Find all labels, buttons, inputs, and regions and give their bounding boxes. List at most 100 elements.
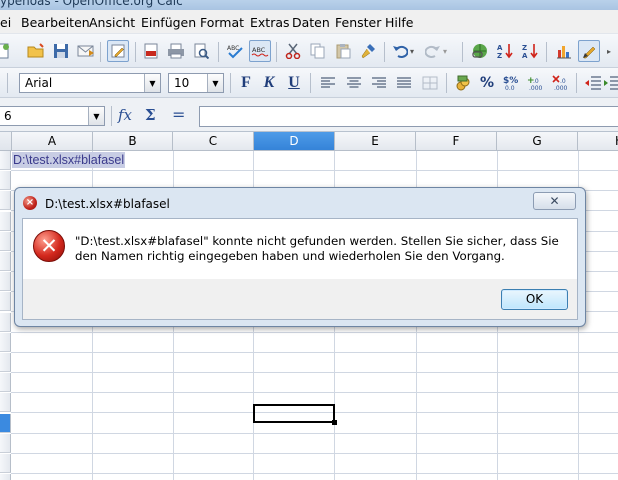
dialog-message: "D:\test.xlsx#blafasel" konnte nicht gef… xyxy=(75,234,559,263)
currency-format-icon[interactable] xyxy=(452,72,474,94)
new-icon[interactable] xyxy=(0,40,14,62)
percent-format-icon[interactable]: % xyxy=(476,72,498,94)
italic-button[interactable]: K xyxy=(258,72,280,94)
window-title: ypenoas - OpenOffice.org Calc xyxy=(0,0,183,8)
error-icon: × xyxy=(23,196,37,210)
toolbar-separator xyxy=(462,42,463,62)
edit-mode-icon[interactable] xyxy=(107,40,129,62)
align-left-icon[interactable] xyxy=(317,72,339,94)
email-icon[interactable] xyxy=(75,40,97,62)
increase-indent-icon[interactable] xyxy=(604,72,618,94)
column-header-g[interactable]: G xyxy=(497,132,578,151)
menu-fenster[interactable]: Fenster xyxy=(335,15,381,30)
chart-icon[interactable] xyxy=(553,40,575,62)
menu-hilfe[interactable]: Hilfe xyxy=(385,15,413,30)
justify-icon[interactable] xyxy=(393,72,415,94)
cell-a1[interactable]: D:\test.xlsx#blafasel xyxy=(12,152,126,168)
close-button[interactable]: ✕ xyxy=(533,192,576,210)
row-header[interactable] xyxy=(0,434,11,453)
paste-icon[interactable] xyxy=(332,40,354,62)
ok-button[interactable]: OK xyxy=(501,289,568,310)
font-name-combo[interactable]: Arial ▼ xyxy=(19,73,161,93)
copy-icon[interactable] xyxy=(307,40,329,62)
column-header-c[interactable]: C xyxy=(173,132,254,151)
cell-cursor[interactable] xyxy=(253,404,337,425)
row-header[interactable] xyxy=(0,212,11,231)
formula-input[interactable] xyxy=(199,106,618,127)
row-header[interactable] xyxy=(0,454,11,473)
spellcheck-icon[interactable]: ABC xyxy=(224,40,246,62)
row-header[interactable] xyxy=(0,151,11,170)
sort-descending-icon[interactable]: ZA xyxy=(519,40,541,62)
row-header[interactable] xyxy=(0,272,11,291)
row-header[interactable] xyxy=(0,474,11,480)
standard-format-icon[interactable]: $% 0.0 xyxy=(500,72,522,94)
menu-format[interactable]: Format xyxy=(200,15,244,30)
row-gridline xyxy=(11,453,618,454)
menu-extras[interactable]: Extras xyxy=(250,15,290,30)
font-name-value: Arial xyxy=(25,76,53,90)
formula-bar: 6 ▼ 𝑓x Σ = xyxy=(0,98,618,132)
row-header[interactable] xyxy=(0,393,11,412)
autospellcheck-icon[interactable]: ABC xyxy=(249,40,271,62)
chevron-down-icon[interactable]: ▼ xyxy=(144,74,160,92)
row-header[interactable] xyxy=(0,252,11,271)
row-header[interactable] xyxy=(0,232,11,251)
row-header[interactable] xyxy=(0,171,11,190)
standard-toolbar: ABC ABC ▾ ▾ AZ ZA ▸ xyxy=(0,34,618,68)
row-header[interactable] xyxy=(0,373,11,392)
menu-ansicht[interactable]: Ansicht xyxy=(89,15,135,30)
print-icon[interactable] xyxy=(165,40,187,62)
sum-icon[interactable]: Σ xyxy=(145,106,156,124)
column-header-b[interactable]: B xyxy=(93,132,173,151)
align-right-icon[interactable] xyxy=(368,72,390,94)
undo-dropdown-icon[interactable]: ▾ xyxy=(407,40,417,62)
chevron-down-icon[interactable]: ▼ xyxy=(207,74,223,92)
column-header-h[interactable]: H xyxy=(578,132,618,151)
font-size-combo[interactable]: 10 ▼ xyxy=(168,73,224,93)
cut-icon[interactable] xyxy=(282,40,304,62)
column-header-e[interactable]: E xyxy=(335,132,416,151)
sort-ascending-icon[interactable]: AZ xyxy=(494,40,516,62)
toolbar-separator xyxy=(276,42,277,62)
delete-decimal-icon[interactable]: .0.000 xyxy=(550,72,572,94)
menu-bearbeiten[interactable]: Bearbeiten xyxy=(21,15,90,30)
format-paintbrush-icon[interactable] xyxy=(357,40,379,62)
equals-icon[interactable]: = xyxy=(172,105,185,124)
svg-text:.0: .0 xyxy=(533,78,539,85)
svg-text:A: A xyxy=(497,44,503,52)
menu-daten[interactable]: Daten xyxy=(292,15,330,30)
row-header[interactable] xyxy=(0,414,11,433)
align-center-icon[interactable] xyxy=(343,72,365,94)
toolbar-overflow-icon[interactable]: ▸ xyxy=(602,40,616,62)
decrease-indent-icon[interactable] xyxy=(582,72,604,94)
chevron-down-icon[interactable]: ▼ xyxy=(88,107,104,125)
redo-dropdown-icon[interactable]: ▾ xyxy=(440,40,450,62)
underline-button[interactable]: U xyxy=(283,72,305,94)
toolbar-separator xyxy=(230,73,231,93)
open-icon[interactable] xyxy=(25,40,47,62)
menu-einfuegen[interactable]: Einfügen xyxy=(141,15,196,30)
corner-select-all[interactable] xyxy=(0,132,12,151)
row-header[interactable] xyxy=(0,292,11,311)
row-gridline xyxy=(11,352,618,353)
print-preview-icon[interactable] xyxy=(190,40,212,62)
export-pdf-icon[interactable] xyxy=(140,40,162,62)
row-header[interactable] xyxy=(0,313,11,332)
save-icon[interactable] xyxy=(50,40,72,62)
column-header-f[interactable]: F xyxy=(416,132,497,151)
merge-cells-icon[interactable] xyxy=(419,72,441,94)
row-header[interactable] xyxy=(0,353,11,372)
hyperlink-icon[interactable] xyxy=(469,40,491,62)
menubar: ei Bearbeiten Ansicht Einfügen Format Ex… xyxy=(0,10,618,34)
column-header-a[interactable]: A xyxy=(12,132,93,151)
show-draw-functions-icon[interactable] xyxy=(578,40,600,62)
add-decimal-icon[interactable]: + .0.000 xyxy=(525,72,547,94)
function-wizard-icon[interactable]: 𝑓x xyxy=(118,106,132,124)
column-header-d[interactable]: D xyxy=(254,132,335,151)
row-header[interactable] xyxy=(0,333,11,352)
name-box[interactable]: 6 ▼ xyxy=(0,106,105,126)
bold-button[interactable]: F xyxy=(235,72,257,94)
menu-datei[interactable]: ei xyxy=(0,15,11,30)
row-header[interactable] xyxy=(0,191,11,210)
